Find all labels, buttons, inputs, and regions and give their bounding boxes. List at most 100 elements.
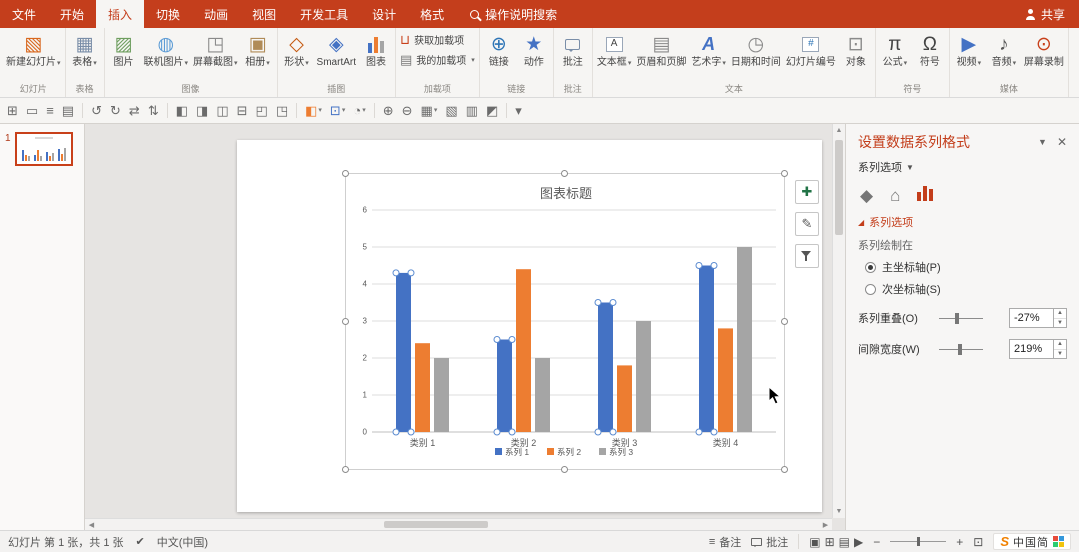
selection-handle[interactable] [609,299,617,306]
resize-handle-middle-right[interactable] [781,317,788,325]
slideshow-view-icon[interactable]: ▶ [854,535,863,549]
comments-button[interactable]: 批注 [751,534,788,550]
chart-styles-button[interactable]: ✎ [795,212,819,236]
bar-系列 1-类别 4[interactable] [699,265,714,433]
selection-handle[interactable] [392,269,400,277]
insert-placeholder-icon[interactable]: ▤ [62,104,74,117]
grid-icon[interactable]: ▦ ▾ [421,104,438,117]
button-新建幻灯片[interactable]: ▧ 新建幻灯片▾ [4,30,63,70]
resize-handle-bottom-middle[interactable] [561,466,568,473]
spell-check-icon[interactable]: ✔ [136,535,145,548]
selection-handle[interactable] [493,428,501,436]
radio-unselected-icon[interactable] [865,283,876,295]
tab-视图[interactable]: 视图 [240,0,288,28]
horizontal-scrollbar[interactable]: ◀ ▶ [85,518,832,530]
tell-me-box[interactable]: 操作说明搜索 [458,0,569,28]
button-联机图片[interactable]: ◍ 联机图片▾ [142,30,191,70]
button-屏幕截图[interactable]: ◳ 屏幕截图▾ [191,30,240,70]
slider-thumb[interactable] [958,343,963,355]
button-动作[interactable]: ★ 动作 [517,30,551,69]
notes-button[interactable]: ≡ 备注 [709,534,741,550]
crop-icon[interactable]: ◩ [486,104,498,117]
align-right-icon[interactable]: ◨ [196,104,208,117]
selection-handle[interactable] [493,336,501,343]
tab-格式[interactable]: 格式 [408,0,456,28]
effects-tab-icon[interactable]: ⌂ [890,187,900,204]
selection-handle[interactable] [594,428,602,436]
flip-horizontal-icon[interactable]: ⇄ [129,104,140,117]
button-屏幕录制[interactable]: ⊙ 屏幕录制 [1022,30,1066,69]
selection-handle[interactable] [392,428,400,436]
normal-view-icon[interactable]: ▣ [809,535,820,549]
series-options-section-header[interactable]: ◢ 系列选项 [858,214,1067,230]
bar-系列 3-类别 3[interactable] [636,321,651,432]
selection-pane-icon[interactable]: ▥ [466,104,478,117]
language-status[interactable]: 中文(中国) [157,534,208,550]
bar-系列 3-类别 1[interactable] [434,358,449,432]
share-button[interactable]: 共享 [1011,0,1079,28]
bar-系列 1-类别 3[interactable] [598,302,613,433]
button-对象[interactable]: ⊡ 对象 [839,30,873,69]
series-options-dropdown[interactable]: 系列选项 ▼ [858,159,1067,175]
button-表格[interactable]: ▦ 表格▾ [68,30,102,70]
vertical-scroll-thumb[interactable] [835,140,843,235]
scroll-down-icon[interactable]: ▼ [833,505,845,518]
resize-handle-bottom-right[interactable] [781,466,788,473]
bar-系列 2-类别 3[interactable] [617,365,632,432]
button-SmartArt[interactable]: ◈ SmartArt [315,30,358,69]
flip-vertical-icon[interactable]: ⇅ [148,104,159,117]
bar-系列 2-类别 4[interactable] [718,328,733,432]
zoom-in-button[interactable]: + [956,535,963,549]
slide-sorter-view-icon[interactable]: ⊞ [825,535,835,549]
spin-down-icon[interactable]: ▼ [1054,350,1066,359]
chart-object[interactable]: 0 1 2 3 4 5 6 图表标题 类别 1 类别 2 类别 3 类别 4 系列 1 系列 2 系列 3 [342,170,788,473]
selection-handle[interactable] [710,262,718,269]
button-符号[interactable]: Ω 符号 [913,30,947,69]
button-图片[interactable]: ▨ 图片 [107,30,141,69]
bar-系列 3-类别 2[interactable] [535,358,550,432]
slide[interactable]: 0 1 2 3 4 5 6 图表标题 类别 1 类别 2 类别 3 类别 4 系列 1 系列 2 系列 3 … [237,140,822,512]
fit-to-window-icon[interactable]: ⊡ [973,535,983,549]
editing-canvas[interactable]: 0 1 2 3 4 5 6 图表标题 类别 1 类别 2 类别 3 类别 4 系列 1 系列 2 系列 3 … [85,124,845,530]
secondary-axis-radio[interactable]: 次坐标轴(S) [865,281,1067,297]
scroll-right-icon[interactable]: ▶ [819,519,832,530]
fill-line-tab-icon[interactable]: ◆ [860,187,873,204]
rotate-right-icon[interactable]: ↻ [110,104,121,117]
resize-handle-middle-left[interactable] [342,317,349,325]
sogou-ime-bar[interactable]: S 中国简 [993,533,1071,550]
toolbar-options-icon[interactable]: ▾ [515,104,522,117]
chart-elements-button[interactable]: ✚ [795,180,819,204]
button-艺术字[interactable]: A 艺术字▾ [689,30,728,70]
button-我的加载项[interactable]: ▤ 我的加载项 ▾ [400,52,475,67]
button-幻灯片编号[interactable]: # 幻灯片编号 [784,30,838,69]
pane-close-icon[interactable]: ✕ [1057,135,1067,149]
align-left-icon[interactable]: ◧ [176,104,188,117]
zoom-slider-thumb[interactable] [917,537,921,546]
group-icon[interactable]: ◫ [216,104,228,117]
spin-down-icon[interactable]: ▼ [1054,319,1066,328]
radio-selected-icon[interactable] [865,261,876,273]
series-options-tab-icon[interactable] [917,186,934,204]
ungroup-icon[interactable]: ⊟ [237,104,248,117]
slider-thumb[interactable] [954,312,959,324]
zoom-in-icon[interactable]: ⊕ [383,104,394,117]
bar-系列 1-类别 2[interactable] [497,339,512,433]
selection-handle[interactable] [710,428,718,436]
slide-thumbnail-image[interactable] [14,132,73,166]
align-text-icon[interactable]: ≡ [46,104,54,117]
resize-handle-bottom-left[interactable] [342,466,349,473]
tab-动画[interactable]: 动画 [192,0,240,28]
tab-开发工具[interactable]: 开发工具 [288,0,360,28]
button-批注[interactable]: 批注 [556,30,590,69]
resize-handle-top-middle[interactable] [561,170,568,177]
fill-color-icon[interactable]: ◧ ▾ [305,104,322,117]
guides-icon[interactable]: ▧ [445,104,457,117]
tab-开始[interactable]: 开始 [48,0,96,28]
bar-系列 1-类别 1[interactable] [396,272,411,432]
selection-handle[interactable] [695,262,703,269]
vertical-scrollbar[interactable]: ▲ ▼ [832,124,845,518]
send-to-back-icon[interactable]: ◳ [276,104,288,117]
button-视频[interactable]: ▶ 视频▾ [952,30,986,70]
bar-系列 2-类别 1[interactable] [415,343,430,432]
series-overlap-input[interactable]: -27% ▲ ▼ [1009,308,1067,328]
